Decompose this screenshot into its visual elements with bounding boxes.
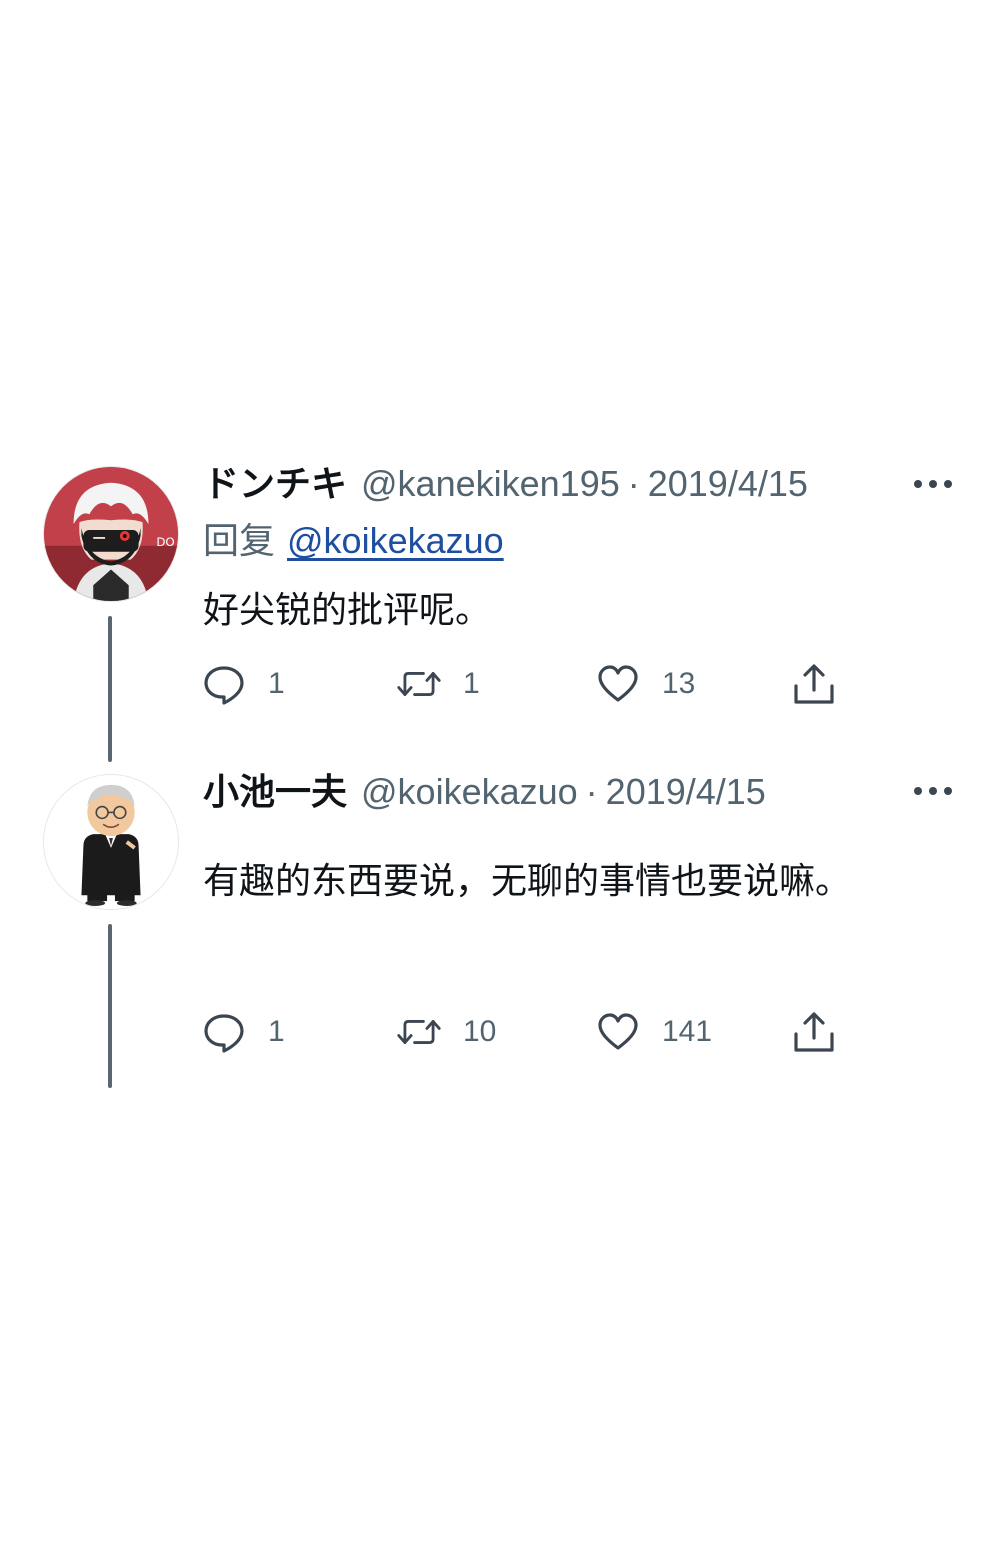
retweet-count: 10	[463, 1015, 497, 1048]
more-button[interactable]	[908, 771, 958, 811]
action-bar: 1 10 141	[0, 1007, 1000, 1057]
reply-bubble-icon	[202, 1010, 246, 1054]
tweet-header: 小池一夫 @koikekazuo · 2019/4/15	[203, 770, 766, 814]
share-icon	[792, 1010, 836, 1054]
user-handle[interactable]: @koikekazuo	[361, 770, 578, 814]
reply-count: 1	[268, 1015, 285, 1048]
thread-line	[108, 924, 112, 1088]
tweet-2[interactable]: 小池一夫 @koikekazuo · 2019/4/15 有趣的东西要说，无聊的…	[0, 0, 1000, 1100]
cartoon-man-avatar-icon	[44, 775, 178, 909]
share-button[interactable]	[792, 1007, 836, 1057]
more-horizontal-icon	[914, 787, 952, 795]
heart-icon	[596, 1010, 640, 1054]
like-button[interactable]: 141	[596, 1007, 712, 1057]
display-name[interactable]: 小池一夫	[203, 770, 347, 814]
like-count: 141	[662, 1015, 713, 1048]
avatar[interactable]	[43, 774, 179, 910]
retweet-icon	[397, 1010, 441, 1054]
reply-button[interactable]: 1	[202, 1007, 285, 1057]
separator-dot: ·	[585, 771, 598, 812]
retweet-button[interactable]: 10	[397, 1007, 496, 1057]
tweet-date[interactable]: 2019/4/15	[606, 770, 766, 814]
tweet-text: 有趣的东西要说，无聊的事情也要说嘛。	[203, 860, 852, 901]
